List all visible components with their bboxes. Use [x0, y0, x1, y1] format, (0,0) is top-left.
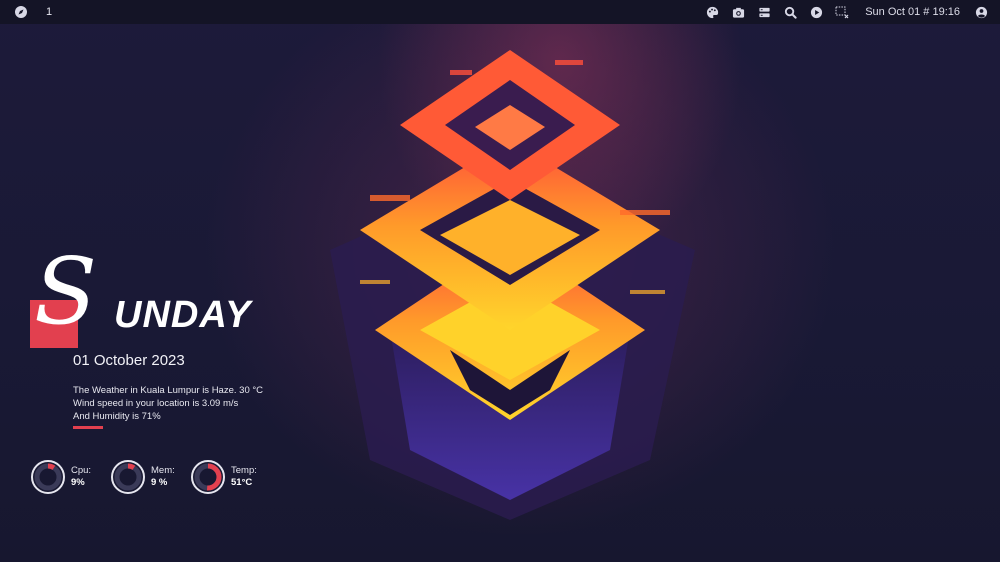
wind-line: Wind speed in your location is 3.09 m/s — [73, 398, 239, 409]
screen-record-icon[interactable] — [835, 5, 849, 19]
mem-value: 9 % — [151, 477, 168, 488]
abstract-wallpaper-art — [330, 50, 695, 520]
humidity-line: And Humidity is 71% — [73, 411, 161, 422]
temp-gauge: Temp: 51°C — [189, 458, 257, 496]
user-icon[interactable] — [974, 5, 988, 19]
day-name: UNDAY — [114, 294, 252, 336]
server-icon[interactable] — [757, 5, 771, 19]
mem-label: Mem: — [151, 465, 175, 476]
temp-ring-icon — [191, 460, 225, 494]
weather-info: The Weather in Kuala Lumpur is Haze. 30 … — [73, 384, 263, 423]
temp-value: 51°C — [231, 477, 253, 488]
search-icon[interactable] — [783, 5, 797, 19]
temp-label: Temp: — [231, 465, 257, 476]
date-label: 01 October 2023 — [73, 352, 185, 369]
workspace-indicator[interactable]: 1 — [46, 6, 52, 18]
clock[interactable]: Sun Oct 01 # 19:16 — [865, 6, 960, 18]
play-icon[interactable] — [809, 5, 823, 19]
camera-icon[interactable] — [731, 5, 745, 19]
weather-line: The Weather in Kuala Lumpur is Haze. 30 … — [73, 385, 264, 396]
cpu-gauge: Cpu: 9% — [29, 458, 91, 496]
mem-ring-icon — [111, 460, 145, 494]
compass-icon[interactable] — [14, 5, 28, 19]
top-bar: 1 Sun Oct 01 # 19:16 — [0, 0, 1000, 24]
cpu-ring-icon — [31, 460, 65, 494]
cpu-value: 9% — [71, 477, 85, 488]
accent-underline — [73, 426, 103, 429]
mem-gauge: Mem: 9 % — [109, 458, 175, 496]
palette-icon[interactable] — [705, 5, 719, 19]
day-initial: S — [34, 238, 98, 345]
cpu-label: Cpu: — [71, 465, 92, 476]
